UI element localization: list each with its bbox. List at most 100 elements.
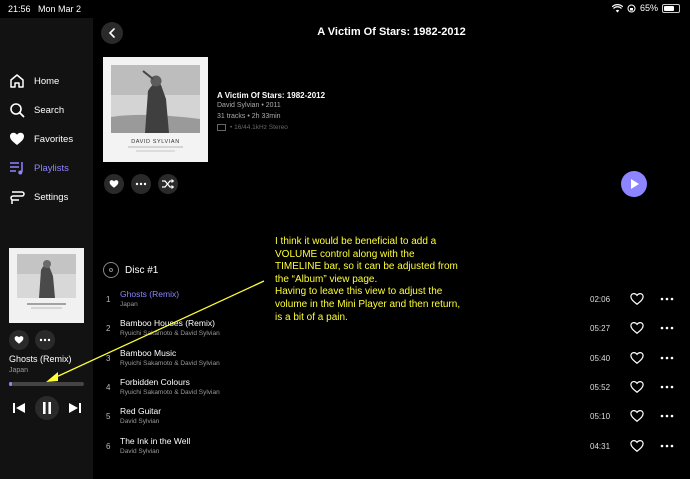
track-duration: 05:27 [590,324,611,334]
timeline-bar[interactable] [9,382,84,386]
play-icon [630,179,639,189]
battery-icon [662,3,680,13]
battery-percent: 65% [639,3,658,13]
sidebar-item-playlists[interactable]: Playlists [8,157,69,179]
heart-icon[interactable] [630,409,644,423]
mini-track-artist: Japan [9,367,29,374]
next-button[interactable] [67,400,83,416]
more-icon[interactable] [660,296,674,302]
album-title: A Victim Of Stars: 1982-2012 [217,91,326,100]
track-number: 2 [106,324,111,334]
sidebar-item-label: Search [34,104,65,116]
wifi-icon [611,3,623,12]
status-bar: 21:56 Mon Mar 2 65% [0,0,690,18]
disc-label: Disc #1 [125,264,159,276]
heart-icon[interactable] [630,321,644,335]
more-icon [135,182,147,186]
track-number: 6 [106,441,111,451]
timeline-progress [9,382,12,386]
track-title: Forbidden Colours [120,376,190,387]
track-row[interactable]: 4 Forbidden Colours Ryuichi Sakamoto & Dav… [93,374,690,402]
album-cover: DAVID SYLVIAN [103,57,208,162]
next-icon [69,403,81,413]
disc-icon [103,262,119,278]
album-cover-text: DAVID SYLVIAN [131,139,180,145]
status-right: 65% [611,3,680,13]
shuffle-icon [162,179,174,189]
annotation-text: I think it would be beneficial to add a … [275,236,495,324]
previous-button[interactable] [11,400,27,416]
mini-player-cover[interactable] [9,248,84,323]
album-more-button[interactable] [131,174,151,194]
sidebar-item-label: Favorites [34,133,74,145]
more-icon[interactable] [660,443,674,449]
track-number: 4 [106,382,111,392]
more-icon[interactable] [660,413,674,419]
home-icon [8,72,26,90]
track-artist: Ryuichi Sakamoto & David Sylvian [120,330,220,338]
track-number: 1 [106,295,111,304]
shuffle-button[interactable] [158,174,178,194]
previous-icon [13,403,25,413]
album-quality-label: • 16/44.1kHz Stereo [230,124,288,131]
annotation-line: the “Album” view page. [275,273,378,285]
more-icon [39,338,51,342]
track-artist: David Sylvian [120,418,160,426]
track-number: 5 [106,412,111,422]
more-icon[interactable] [660,355,674,361]
heart-icon [8,130,26,148]
album-quality: • 16/44.1kHz Stereo [217,124,288,131]
annotation-line: I think it would be beneficial to add a [275,236,437,247]
heart-icon[interactable] [630,380,644,394]
mini-more-button[interactable] [35,330,55,350]
status-time: 21:56 [8,4,31,14]
status-date: Mon Mar 2 [38,4,82,14]
lock-rotation-icon [627,4,636,12]
track-title: Red Guitar [120,406,162,417]
sidebar-item-label: Playlists [34,162,69,174]
heart-icon[interactable] [630,292,644,306]
disc-header: Disc #1 [103,262,158,278]
annotation-line: is a bit of a pain. [275,311,348,323]
more-icon[interactable] [660,325,674,331]
annotation-line: Having to leave this view to adjust the [275,286,443,298]
sidebar-item-search[interactable]: Search [8,99,64,121]
track-artist: Ryuichi Sakamoto & David Sylvian [120,388,220,396]
track-duration: 05:40 [590,353,611,363]
quality-icon [217,124,226,131]
track-artist: David Sylvian [120,447,160,455]
heart-icon[interactable] [630,439,644,453]
album-favorite-button[interactable] [104,174,124,194]
page-title: A Victim Of Stars: 1982-2012 [317,26,466,38]
track-duration: 02:06 [590,295,611,304]
heart-icon[interactable] [630,351,644,365]
track-title: Ghosts (Remix) [120,289,180,299]
sidebar-item-settings[interactable]: Settings [8,186,68,208]
annotation-line: VOLUME control along with the [275,248,415,260]
heart-icon [109,180,119,188]
sidebar-item-label: Home [34,75,60,87]
track-duration: 05:52 [590,382,611,392]
mini-track-title: Ghosts (Remix) [9,354,72,364]
sidebar-item-label: Settings [34,191,69,203]
more-icon[interactable] [660,384,674,390]
track-duration: 05:10 [590,412,611,422]
sidebar-item-favorites[interactable]: Favorites [8,128,73,150]
track-row[interactable]: 3 Bamboo Music Ryuichi Sakamoto & David Sy… [93,345,690,373]
annotation-line: volume in the Mini Player and then retur… [275,298,461,310]
sidebar-item-home[interactable]: Home [8,70,59,92]
album-play-button[interactable] [621,171,647,197]
track-row[interactable]: 6 The Ink in the Well David Sylvian 04:31 [93,433,690,461]
mini-favorite-button[interactable] [9,330,29,350]
search-icon [8,101,26,119]
pause-icon [43,402,51,414]
sidebar: Home Search Favorites Playlists Settings [0,18,93,479]
track-duration: 04:31 [590,441,611,451]
track-title: The Ink in the Well [120,435,191,446]
pause-button[interactable] [35,396,59,420]
track-number: 3 [106,353,111,363]
track-row[interactable]: 5 Red Guitar David Sylvian 05:10 [93,403,690,431]
settings-icon [8,188,26,206]
track-title: Bamboo Houses (Remix) [120,318,215,329]
playlist-icon [8,159,26,177]
